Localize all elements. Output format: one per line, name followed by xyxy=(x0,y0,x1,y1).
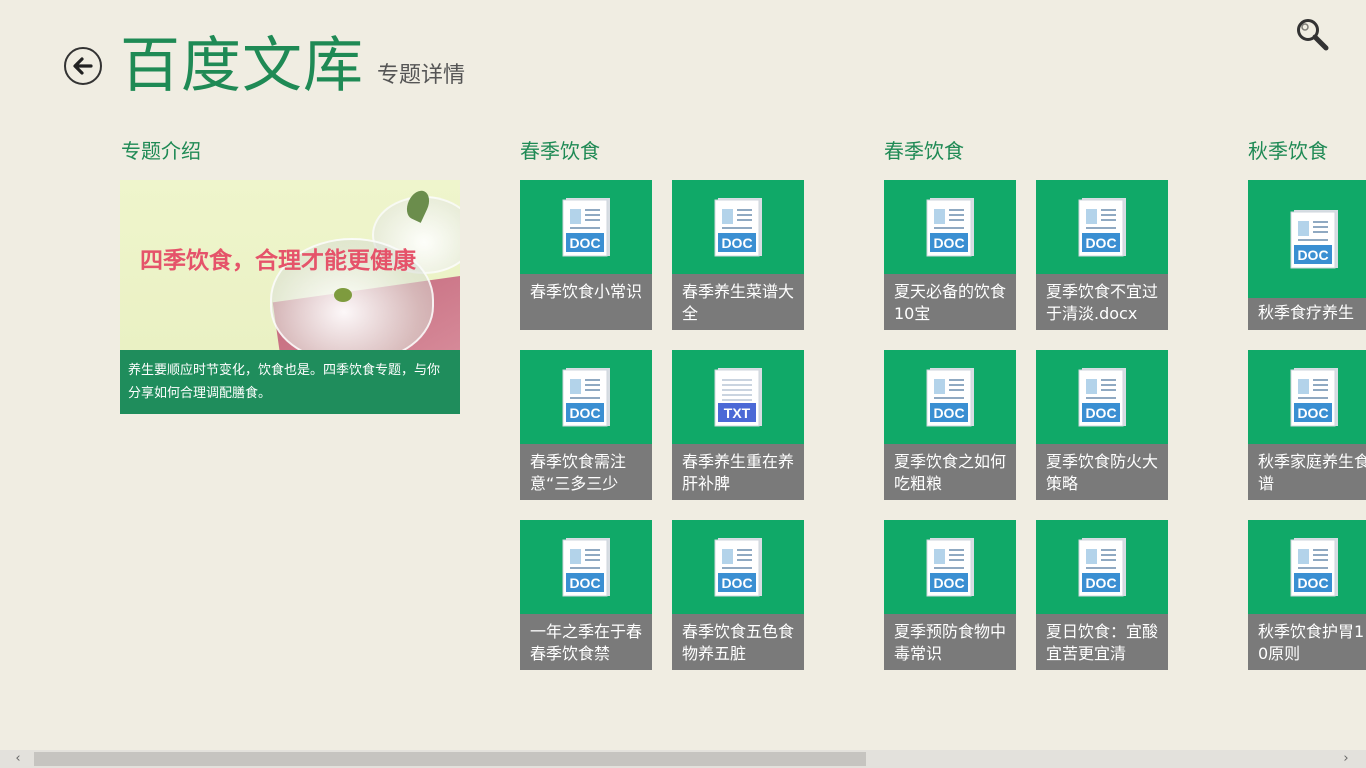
intro-card[interactable]: 四季饮食，合理才能更健康 养生要顺应时节变化，饮食也是。四季饮食专题，与你分享如… xyxy=(120,180,460,414)
document-tile[interactable]: DOC 夏季预防食物中毒常识 xyxy=(884,520,1016,670)
svg-text:DOC: DOC xyxy=(1085,235,1116,251)
document-tile[interactable]: DOC 夏天必备的饮食10宝 xyxy=(884,180,1016,330)
section-title-intro: 专题介绍 xyxy=(121,139,201,163)
document-tile[interactable]: DOC 夏季饮食不宜过于清淡.docx xyxy=(1036,180,1168,330)
document-title: 春季饮食五色食物养五脏 xyxy=(682,622,795,663)
scroll-left-button[interactable]: ‹ xyxy=(8,751,28,767)
intro-description: 养生要顺应时节变化，饮食也是。四季饮食专题，与你分享如何合理调配膳食。 xyxy=(128,363,441,401)
svg-text:DOC: DOC xyxy=(1085,575,1116,591)
svg-text:DOC: DOC xyxy=(1085,405,1116,421)
doc-file-icon: DOC xyxy=(562,368,610,427)
scroll-right-button[interactable]: › xyxy=(1336,751,1356,767)
document-title: 夏季饮食不宜过于清淡.docx xyxy=(1046,282,1159,323)
document-tile[interactable]: DOC 春季养生菜谱大全 xyxy=(672,180,804,330)
doc-file-icon: DOC xyxy=(1290,210,1338,269)
document-title: 一年之季在于春 春季饮食禁 xyxy=(530,622,643,663)
svg-text:DOC: DOC xyxy=(721,235,752,251)
doc-file-icon: DOC xyxy=(926,538,974,597)
document-tile[interactable]: DOC 一年之季在于春 春季饮食禁 xyxy=(520,520,652,670)
page-subtitle: 专题详情 xyxy=(377,63,466,88)
section-title-group-3: 秋季饮食 xyxy=(1248,139,1328,163)
txt-file-icon: TXT xyxy=(714,368,762,427)
document-tile[interactable]: DOC 春季饮食五色食物养五脏 xyxy=(672,520,804,670)
document-tile[interactable]: DOC 秋季食疗养生 xyxy=(1248,180,1366,330)
svg-text:DOC: DOC xyxy=(1297,247,1328,263)
document-title: 春季养生菜谱大全 xyxy=(682,282,795,323)
scroll-thumb[interactable] xyxy=(34,752,866,766)
svg-text:TXT: TXT xyxy=(724,405,751,421)
doc-file-icon: DOC xyxy=(1290,538,1338,597)
doc-file-icon: DOC xyxy=(562,198,610,257)
svg-text:DOC: DOC xyxy=(1297,405,1328,421)
search-icon xyxy=(1297,19,1329,51)
doc-file-icon: DOC xyxy=(1078,538,1126,597)
document-title: 夏天必备的饮食10宝 xyxy=(894,282,1007,323)
document-title: 春季饮食小常识 xyxy=(530,282,643,301)
document-title: 夏日饮食：宜酸宜苦更宜清 xyxy=(1046,622,1159,663)
document-tile[interactable]: DOC 春季饮食需注意“三多三少 xyxy=(520,350,652,500)
svg-text:DOC: DOC xyxy=(933,575,964,591)
doc-file-icon: DOC xyxy=(1290,368,1338,427)
doc-file-icon: DOC xyxy=(1078,368,1126,427)
document-tile[interactable]: DOC 秋季饮食护胃10原则 xyxy=(1248,520,1366,670)
document-tile[interactable]: DOC 秋季家庭养生食谱 xyxy=(1248,350,1366,500)
svg-text:DOC: DOC xyxy=(721,575,752,591)
document-title: 秋季饮食护胃10原则 xyxy=(1258,622,1365,663)
back-button[interactable] xyxy=(64,47,102,85)
doc-file-icon: DOC xyxy=(926,368,974,427)
horizontal-scrollbar[interactable]: ‹ › xyxy=(0,750,1366,768)
svg-text:DOC: DOC xyxy=(569,405,600,421)
document-tile[interactable]: DOC 夏季饮食之如何吃粗粮 xyxy=(884,350,1016,500)
doc-file-icon: DOC xyxy=(1078,198,1126,257)
document-title: 秋季家庭养生食谱 xyxy=(1258,452,1366,493)
svg-text:DOC: DOC xyxy=(569,235,600,251)
document-tile[interactable]: TXT 春季养生重在养肝补脾 xyxy=(672,350,804,500)
intro-banner-image: 四季饮食，合理才能更健康 xyxy=(120,180,460,350)
document-title: 夏季饮食之如何吃粗粮 xyxy=(894,452,1007,493)
document-title: 春季养生重在养肝补脾 xyxy=(682,452,795,493)
document-tile[interactable]: DOC 夏季饮食防火大策略 xyxy=(1036,350,1168,500)
svg-text:DOC: DOC xyxy=(933,405,964,421)
document-tile[interactable]: DOC 夏日饮食：宜酸宜苦更宜清 xyxy=(1036,520,1168,670)
svg-text:DOC: DOC xyxy=(1297,575,1328,591)
doc-file-icon: DOC xyxy=(926,198,974,257)
banner-slogan: 四季饮食，合理才能更健康 xyxy=(140,248,416,274)
arrow-left-icon xyxy=(73,57,93,75)
app-title: 百度文库 xyxy=(120,31,364,101)
document-title: 秋季食疗养生 xyxy=(1258,303,1355,322)
document-title: 夏季预防食物中毒常识 xyxy=(894,622,1007,663)
doc-file-icon: DOC xyxy=(714,538,762,597)
svg-text:DOC: DOC xyxy=(569,575,600,591)
svg-text:DOC: DOC xyxy=(933,235,964,251)
doc-file-icon: DOC xyxy=(562,538,610,597)
doc-file-icon: DOC xyxy=(714,198,762,257)
search-button[interactable] xyxy=(1294,16,1330,52)
section-title-group-1: 春季饮食 xyxy=(520,139,600,163)
document-title: 春季饮食需注意“三多三少 xyxy=(530,452,627,493)
section-title-group-2: 春季饮食 xyxy=(884,139,964,163)
document-title: 夏季饮食防火大策略 xyxy=(1046,452,1159,493)
document-tile[interactable]: DOC 春季饮食小常识 xyxy=(520,180,652,330)
